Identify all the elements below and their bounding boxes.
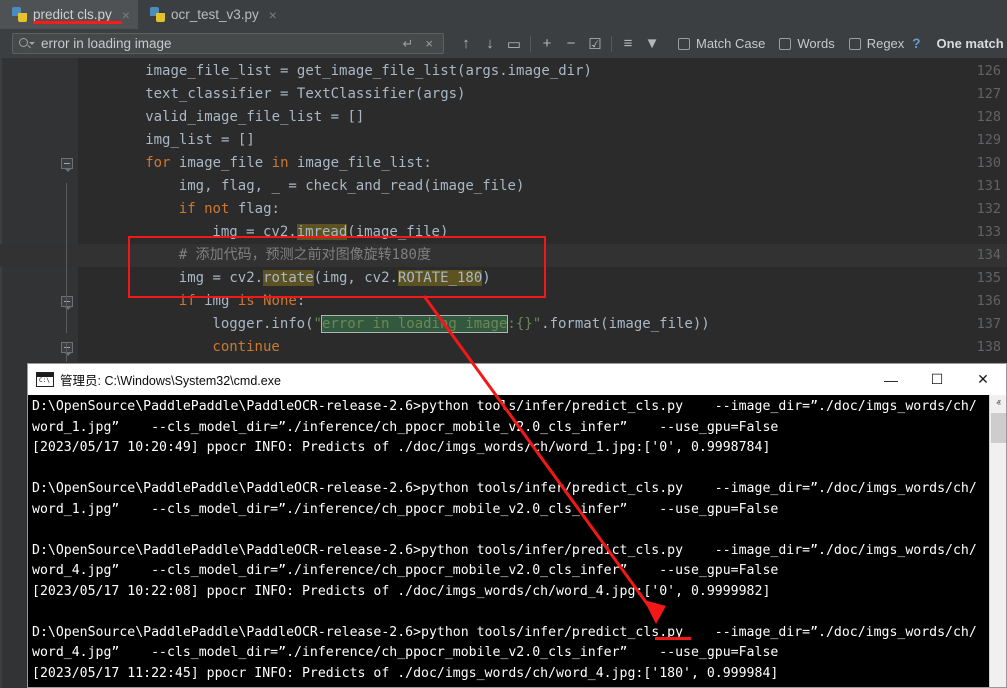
line-number: 132: [976, 201, 1001, 217]
code-line[interactable]: image_file_list = get_image_file_list(ar…: [145, 60, 592, 83]
code-token: :{}": [507, 316, 542, 332]
code-line[interactable]: if not flag:: [179, 198, 280, 221]
code-token: ": [313, 316, 322, 332]
gutter-edge: [0, 58, 2, 688]
scrollbar-thumb[interactable]: [991, 413, 1006, 443]
console-scrollbar[interactable]: ⱏ: [989, 395, 1006, 687]
match-count-status: One match: [936, 36, 1004, 51]
code-token: not: [204, 201, 230, 217]
line-number: 137: [976, 316, 1001, 332]
regex-label: Regex: [866, 36, 905, 51]
window-controls: — ☐ ✕: [868, 364, 1006, 395]
fold-toggle-icon[interactable]: [61, 158, 73, 172]
tab-close-icon[interactable]: ×: [122, 8, 130, 22]
words-label: Words: [797, 36, 835, 51]
search-reset-icon[interactable]: ↵: [397, 36, 420, 52]
console-title-text: 管理员: C:\Windows\System32\cmd.exe: [60, 374, 281, 388]
close-button[interactable]: ✕: [960, 364, 1006, 395]
tab-predict-cls-py[interactable]: predict cls.py ×: [0, 0, 138, 29]
cmd-console-window[interactable]: C:\ 管理员: C:\Windows\System32\cmd.exe — ☐…: [27, 363, 1007, 688]
find-toolbar: ↵ × ↑ ↓ ▭ + − ☑ ≡ ▼ Match Case Words Reg…: [0, 29, 1007, 58]
editor-tab-bar: predict cls.py × ocr_test_v3.py ×: [0, 0, 1007, 29]
toolbar-divider: [530, 35, 531, 52]
code-token: image_file_list:: [288, 155, 432, 171]
tab-close-icon[interactable]: ×: [269, 8, 277, 22]
line-number: 135: [976, 270, 1001, 286]
add-selection-icon[interactable]: +: [535, 33, 559, 55]
code-token: in: [271, 155, 289, 171]
select-all-matches-icon[interactable]: ☑: [583, 33, 607, 55]
find-previous-icon[interactable]: ↑: [454, 33, 478, 55]
code-line[interactable]: for image_file in image_file_list:: [145, 152, 432, 175]
toolbar-divider: [611, 35, 612, 52]
red-underline-180-result: [655, 637, 691, 640]
regex-checkbox[interactable]: [848, 37, 861, 50]
line-number: 129: [976, 132, 1001, 148]
code-token: flag:: [229, 201, 280, 217]
remove-selection-icon[interactable]: −: [559, 33, 583, 55]
code-token: image_file_list = get_image_file_list(ar…: [145, 63, 592, 79]
console-output-text: D:\OpenSource\PaddlePaddle\PaddleOCR-rel…: [32, 399, 977, 681]
code-token: valid_image_file_list = []: [145, 109, 365, 125]
code-token: logger.info(: [212, 316, 314, 332]
python-file-icon: [149, 7, 165, 22]
line-number: 128: [976, 109, 1001, 125]
line-number: 127: [976, 86, 1001, 102]
fold-toggle-icon[interactable]: [61, 342, 73, 356]
code-line[interactable]: continue: [212, 336, 279, 359]
code-token: error in loading image: [320, 315, 509, 333]
code-token: continue: [212, 339, 280, 355]
python-file-icon: [12, 7, 27, 22]
search-field-container[interactable]: ↵ ×: [12, 33, 444, 54]
console-output-area[interactable]: D:\OpenSource\PaddlePaddle\PaddleOCR-rel…: [28, 395, 1006, 687]
minimize-button[interactable]: —: [868, 364, 914, 395]
line-number: 138: [976, 339, 1001, 355]
search-clear-icon[interactable]: ×: [419, 36, 439, 51]
code-line[interactable]: logger.info("error in loading image:{}".…: [212, 313, 710, 336]
line-number: 133: [976, 224, 1001, 240]
tab-label: ocr_test_v3.py: [170, 7, 259, 22]
cmd-icon: C:\: [36, 372, 54, 387]
code-token: if: [178, 201, 196, 217]
code-token: text_classifier = TextClassifier(args): [145, 86, 466, 102]
search-icon[interactable]: [19, 37, 35, 51]
code-token: img, flag, _ = check_and_read(image_file…: [178, 178, 525, 194]
line-number: 136: [976, 293, 1001, 309]
find-next-icon[interactable]: ↓: [478, 33, 502, 55]
match-case-option[interactable]: Match Case: [678, 36, 765, 51]
code-line[interactable]: text_classifier = TextClassifier(args): [145, 83, 465, 106]
code-line[interactable]: img_list = []: [145, 129, 255, 152]
red-underline-annotation: [33, 21, 122, 24]
line-number: 126: [976, 63, 1001, 79]
maximize-button[interactable]: ☐: [914, 364, 960, 395]
code-line[interactable]: valid_image_file_list = []: [145, 106, 364, 129]
line-number: 130: [976, 155, 1001, 171]
fold-guide-line: [66, 183, 67, 333]
select-all-occurrences-icon[interactable]: ▭: [502, 33, 526, 55]
code-token: for: [145, 155, 171, 171]
words-checkbox[interactable]: [779, 37, 792, 50]
match-case-label: Match Case: [696, 36, 766, 51]
code-token: img_list = []: [145, 132, 255, 148]
tab-label: predict cls.py: [33, 7, 112, 22]
line-number: 134: [976, 247, 1001, 263]
scroll-up-icon[interactable]: ⱏ: [990, 395, 1006, 412]
console-title-bar[interactable]: C:\ 管理员: C:\Windows\System32\cmd.exe — ☐…: [28, 364, 1006, 395]
fold-toggle-icon[interactable]: [61, 296, 73, 310]
code-token: .format(image_file)): [541, 316, 710, 332]
filter-icon[interactable]: ▼: [640, 33, 664, 55]
search-input[interactable]: [35, 36, 397, 51]
help-icon[interactable]: ?: [912, 36, 920, 51]
red-highlight-box-inserted-code: [128, 236, 546, 298]
match-case-checkbox[interactable]: [678, 37, 690, 50]
tab-ocr-test-v3-py[interactable]: ocr_test_v3.py ×: [138, 0, 285, 29]
code-token: image_file: [170, 155, 272, 171]
regex-option[interactable]: Regex: [848, 36, 905, 51]
words-option[interactable]: Words: [779, 36, 835, 51]
line-number: 131: [976, 178, 1001, 194]
find-in-lines-icon[interactable]: ≡: [616, 33, 640, 55]
code-line[interactable]: img, flag, _ = check_and_read(image_file…: [179, 175, 525, 198]
